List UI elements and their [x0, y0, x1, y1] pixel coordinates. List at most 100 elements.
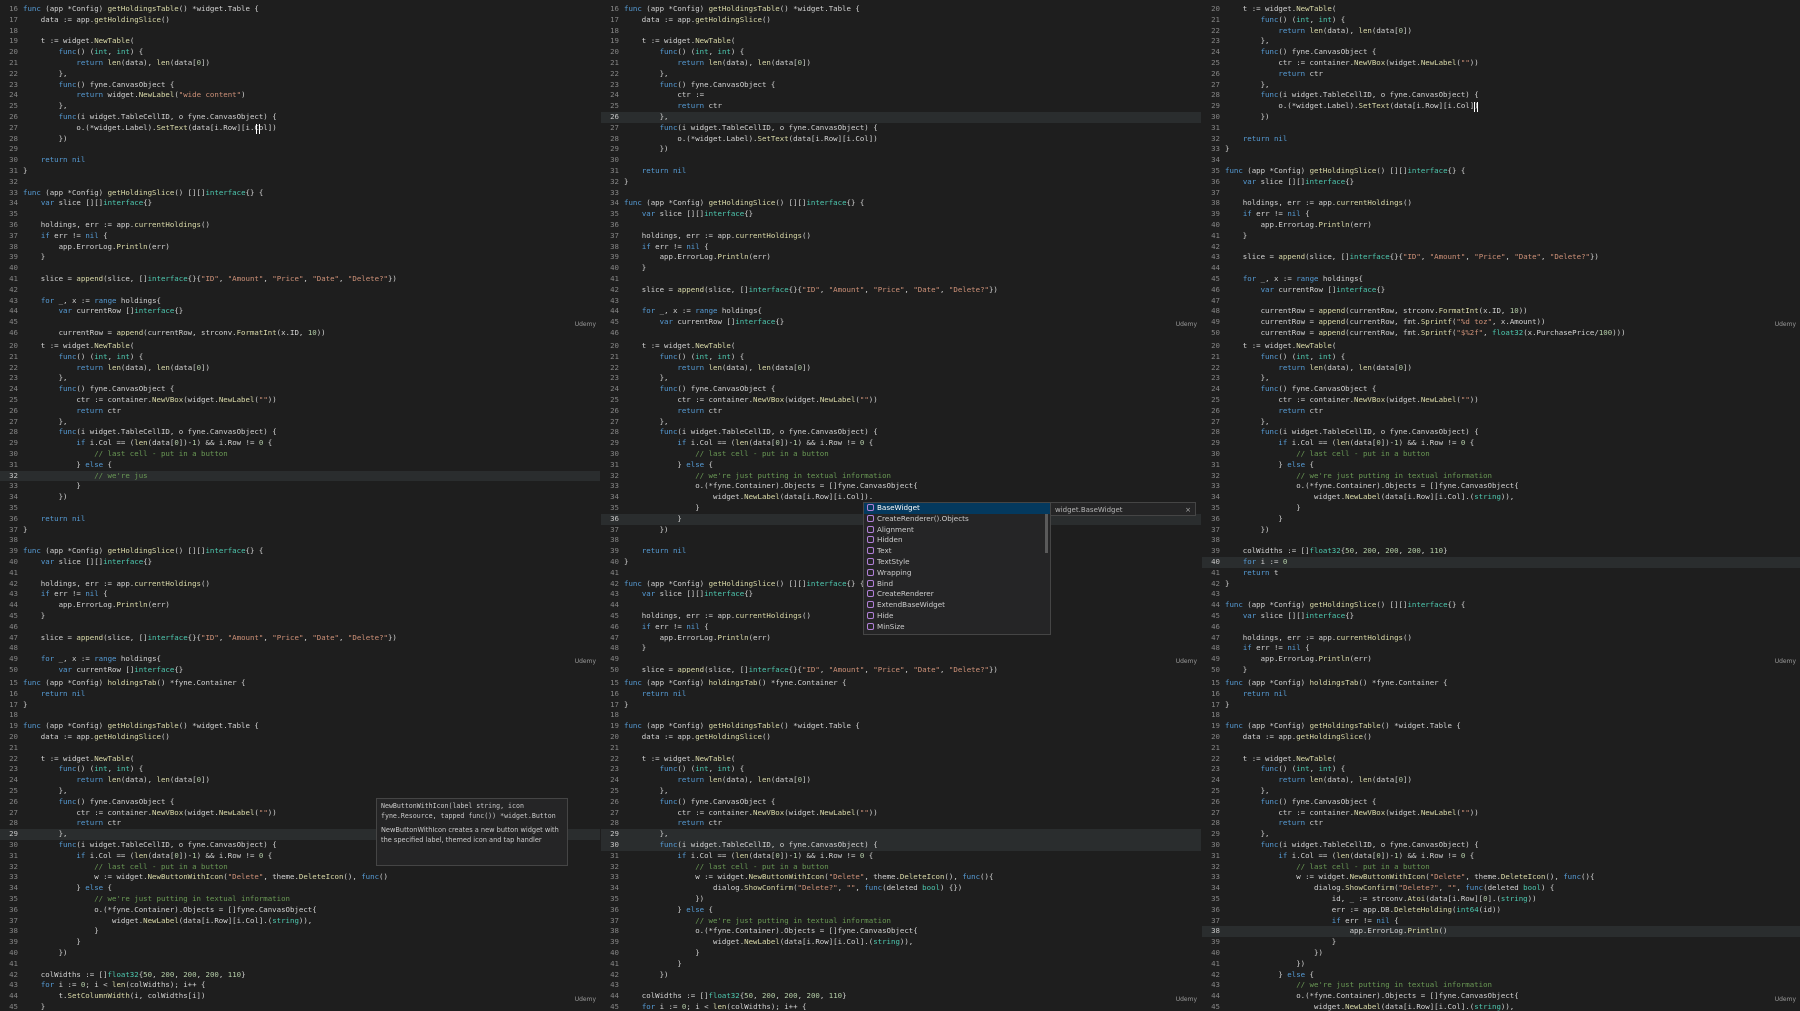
- code-line[interactable]: 34 } else {: [0, 883, 600, 894]
- code-line[interactable]: 27 ctr := container.NewVBox(widget.NewLa…: [601, 808, 1201, 819]
- code-line[interactable]: 36 }: [1202, 514, 1800, 525]
- code-line[interactable]: 18: [601, 26, 1201, 37]
- code-line[interactable]: 17 data := app.getHoldingSlice(): [0, 15, 600, 26]
- code-line[interactable]: 42: [1202, 242, 1800, 253]
- editor-pane-3[interactable]: 20 t := widget.NewTable(21 func() (int, …: [1202, 0, 1800, 336]
- code-line[interactable]: 48 }: [601, 643, 1201, 654]
- code-line[interactable]: 30 }): [1202, 112, 1800, 123]
- code-line[interactable]: 35 // we're just putting in textual info…: [0, 894, 600, 905]
- code-line[interactable]: 30 return nil: [0, 155, 600, 166]
- editor-pane-8[interactable]: 15 func (app *Config) holdingsTab() *fyne…: [601, 674, 1201, 1011]
- code-line[interactable]: 37}: [0, 525, 600, 536]
- code-line[interactable]: 25 },: [1202, 786, 1800, 797]
- autocomplete-item[interactable]: BaseWidget: [864, 503, 1050, 514]
- code-line[interactable]: 32 // last cell - put in a button: [1202, 862, 1800, 873]
- code-line[interactable]: 39 }: [0, 252, 600, 263]
- code-line[interactable]: 20 t := widget.NewTable(: [601, 341, 1201, 352]
- code-line[interactable]: 40 }): [0, 948, 600, 959]
- code-line[interactable]: 25 ctr := container.NewVBox(widget.NewLa…: [0, 395, 600, 406]
- code-line[interactable]: 43: [1202, 589, 1800, 600]
- code-line[interactable]: 43 // we're just putting in textual info…: [1202, 980, 1800, 991]
- autocomplete-item[interactable]: TextStyle: [864, 557, 1050, 568]
- code-line[interactable]: 35: [0, 209, 600, 220]
- code-line[interactable]: 39 }: [1202, 937, 1800, 948]
- code-line[interactable]: 42 }): [601, 970, 1201, 981]
- code-line[interactable]: 37 }): [1202, 525, 1800, 536]
- code-line[interactable]: 38 o.(*fyne.Container).Objects = []fyne.…: [601, 926, 1201, 937]
- code-line[interactable]: 32 // we're just putting in textual info…: [601, 471, 1201, 482]
- code-line[interactable]: 19 t := widget.NewTable(: [0, 36, 600, 47]
- code-line[interactable]: 38 app.ErrorLog.Println(): [1202, 926, 1800, 938]
- code-line[interactable]: 36 err := app.DB.DeleteHolding(int64(id)…: [1202, 905, 1800, 916]
- code-line[interactable]: 45 widget.NewLabel(data[i.Row][i.Col].(s…: [1202, 1002, 1800, 1011]
- code-line[interactable]: 20 func() (int, int) {: [601, 47, 1201, 58]
- code-line[interactable]: 22 return len(data), len(data[0]): [1202, 26, 1800, 37]
- code-line[interactable]: 40: [0, 263, 600, 274]
- code-line[interactable]: 29 }): [601, 144, 1201, 155]
- code-line[interactable]: 32 // we're just putting in textual info…: [1202, 471, 1800, 482]
- code-line[interactable]: 39 app.ErrorLog.Println(err): [601, 252, 1201, 263]
- code-line[interactable]: 44: [1202, 263, 1800, 274]
- code-line[interactable]: 29 if i.Col == (len(data[0])-1) && i.Row…: [0, 438, 600, 449]
- code-line[interactable]: 41 }): [1202, 959, 1800, 970]
- code-line[interactable]: 33 }: [0, 481, 600, 492]
- autocomplete-item[interactable]: Alignment: [864, 525, 1050, 536]
- code-line[interactable]: 26 },: [601, 112, 1201, 123]
- code-line[interactable]: 45 var slice [][]interface{}: [1202, 611, 1800, 622]
- code-line[interactable]: 16 return nil: [601, 689, 1201, 700]
- autocomplete-item[interactable]: ExtendBaseWidget: [864, 600, 1050, 611]
- code-line[interactable]: 33 o.(*fyne.Container).Objects = []fyne.…: [601, 481, 1201, 492]
- code-line[interactable]: 41 }: [1202, 231, 1800, 242]
- code-line[interactable]: 40 for i := 0: [1202, 557, 1800, 568]
- code-line[interactable]: 24 return len(data), len(data[0]): [1202, 775, 1800, 786]
- code-line[interactable]: 23 func() fyne.CanvasObject {: [0, 80, 600, 91]
- code-line[interactable]: 32}: [601, 177, 1201, 188]
- code-line[interactable]: 45 }: [0, 1002, 600, 1011]
- code-line[interactable]: 19 t := widget.NewTable(: [601, 36, 1201, 47]
- code-line[interactable]: 27 },: [1202, 417, 1800, 428]
- code-line[interactable]: 36 } else {: [601, 905, 1201, 916]
- code-line[interactable]: 40 }): [1202, 948, 1800, 959]
- code-line[interactable]: 19 func (app *Config) getHoldingsTable() …: [1202, 721, 1800, 732]
- autocomplete-item[interactable]: Text: [864, 546, 1050, 557]
- code-line[interactable]: 35 }: [1202, 503, 1800, 514]
- code-line[interactable]: 38 if err != nil {: [601, 242, 1201, 253]
- code-line[interactable]: 49 for _, x := range holdings{: [0, 654, 600, 665]
- code-line[interactable]: 22 t := widget.NewTable(: [0, 754, 600, 765]
- code-line[interactable]: 21: [1202, 743, 1800, 754]
- autocomplete-item[interactable]: Hidden: [864, 535, 1050, 546]
- code-line[interactable]: 21: [0, 743, 600, 754]
- code-line[interactable]: 24 return len(data), len(data[0]): [601, 775, 1201, 786]
- code-line[interactable]: 23 },: [1202, 373, 1800, 384]
- code-line[interactable]: 23 },: [0, 373, 600, 384]
- code-line[interactable]: 26 func() fyne.CanvasObject {: [1202, 797, 1800, 808]
- code-line[interactable]: 29 if i.Col == (len(data[0])-1) && i.Row…: [601, 438, 1201, 449]
- code-line[interactable]: 41 slice = append(slice, []interface{}{"…: [0, 274, 600, 285]
- code-line[interactable]: 15 func (app *Config) holdingsTab() *fyne…: [1202, 678, 1800, 689]
- code-line[interactable]: 46: [0, 622, 600, 633]
- code-line[interactable]: 25 },: [0, 101, 600, 112]
- code-line[interactable]: 31 if i.Col == (len(data[0])-1) && i.Row…: [601, 851, 1201, 862]
- code-line[interactable]: 21: [601, 743, 1201, 754]
- code-line[interactable]: 27 func(i widget.TableCellID, o fyne.Can…: [601, 123, 1201, 134]
- code-line[interactable]: 50 slice = append(slice, []interface{}{"…: [601, 665, 1201, 673]
- code-line[interactable]: 48: [0, 643, 600, 654]
- code-line[interactable]: 22 },: [0, 69, 600, 80]
- code-line[interactable]: 43: [601, 980, 1201, 991]
- code-line[interactable]: 30: [601, 155, 1201, 166]
- code-line[interactable]: 47 slice = append(slice, []interface{}{"…: [0, 633, 600, 644]
- code-line[interactable]: 23 func() (int, int) {: [601, 764, 1201, 775]
- code-line[interactable]: 50 var currentRow []interface{}: [0, 665, 600, 673]
- close-icon[interactable]: ×: [1185, 503, 1191, 517]
- code-line[interactable]: 20 t := widget.NewTable(: [0, 341, 600, 352]
- code-line[interactable]: 33 w := widget.NewButtonWithIcon("Delete…: [1202, 872, 1800, 883]
- code-line[interactable]: 28 func(i widget.TableCellID, o fyne.Can…: [1202, 427, 1800, 438]
- code-line[interactable]: 21 return len(data), len(data[0]): [0, 58, 600, 69]
- editor-pane-9[interactable]: 15 func (app *Config) holdingsTab() *fyne…: [1202, 674, 1800, 1011]
- code-line[interactable]: 37: [1202, 188, 1800, 199]
- code-line[interactable]: 46 currentRow = append(currentRow, strco…: [0, 328, 600, 336]
- code-line[interactable]: 29: [0, 144, 600, 155]
- code-line[interactable]: 41 }: [601, 959, 1201, 970]
- code-line[interactable]: 28 func(i widget.TableCellID, o fyne.Can…: [1202, 90, 1800, 101]
- code-line[interactable]: 41: [601, 274, 1201, 285]
